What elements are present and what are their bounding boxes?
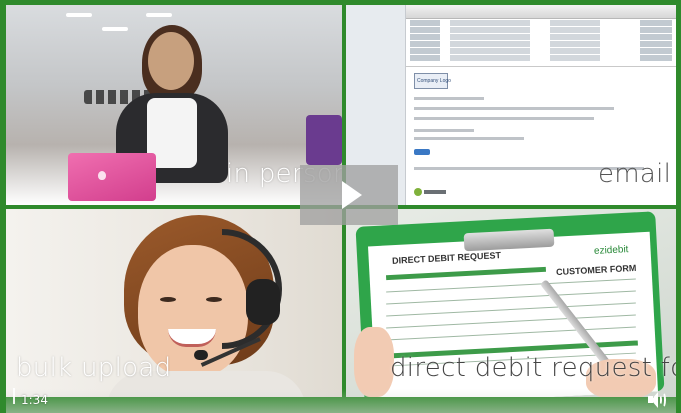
mail-toolbar — [406, 5, 676, 19]
ceiling-light — [146, 13, 172, 17]
video-player[interactable]: in person Company Logo ezidebit email — [0, 0, 681, 413]
purple-bin — [306, 115, 342, 165]
eye — [206, 297, 222, 302]
pink-laptop — [68, 153, 156, 201]
control-bar[interactable] — [6, 389, 676, 413]
playback-time: 1:34 — [21, 393, 48, 407]
caption-bulk-upload: bulk upload — [16, 353, 172, 383]
tile-direct-debit-form: DIRECT DEBIT REQUEST CUSTOMER FORM ezide… — [346, 209, 676, 397]
ceiling-light — [66, 13, 92, 17]
company-logo-placeholder: Company Logo — [414, 73, 451, 89]
woman-face — [148, 32, 194, 90]
caption-email: email — [598, 159, 672, 189]
eye — [160, 297, 176, 302]
form-brand-logo: ezidebit — [593, 244, 629, 257]
company-logo-label: Company Logo — [417, 78, 451, 84]
apple-logo-icon — [98, 171, 106, 180]
headset-mic-icon — [194, 350, 208, 360]
volume-button[interactable] — [648, 391, 668, 409]
play-button[interactable] — [300, 165, 398, 225]
mail-message-list — [406, 19, 676, 67]
caption-direct-debit-form: direct debit request form — [390, 353, 676, 383]
play-icon — [342, 181, 362, 209]
tile-in-person: in person — [6, 5, 342, 205]
hand — [354, 327, 394, 397]
tile-bulk-upload: bulk upload — [6, 209, 342, 397]
headset-earpiece — [246, 279, 280, 325]
progress-scrubber[interactable] — [13, 388, 15, 404]
ceiling-light — [102, 27, 128, 31]
ezidebit-logo: ezidebit — [414, 183, 450, 196]
pay-now-button — [414, 149, 430, 155]
